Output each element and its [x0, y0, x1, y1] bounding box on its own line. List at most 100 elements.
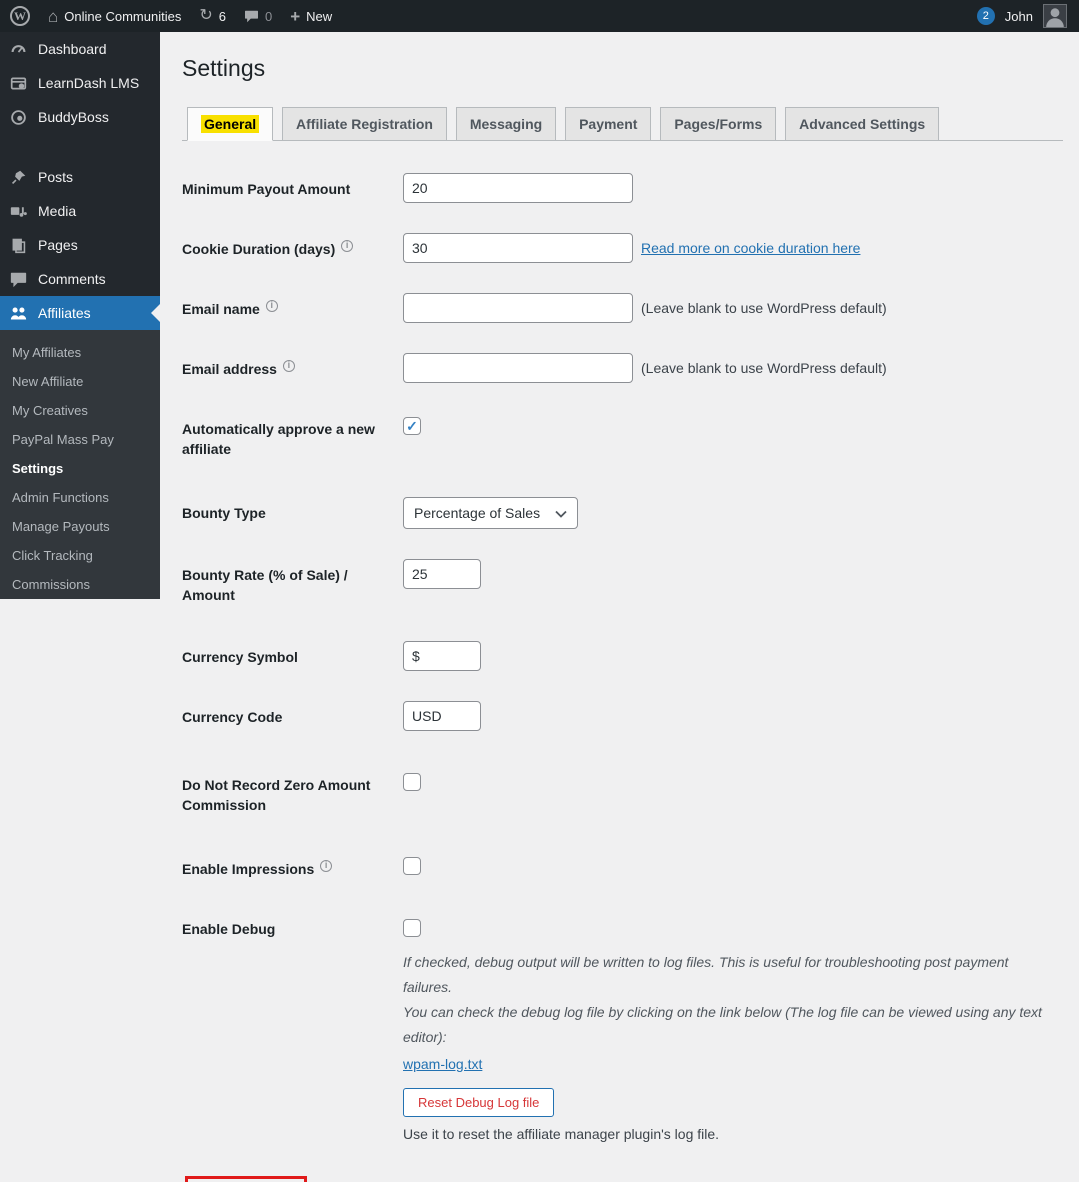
email-address-input[interactable] — [403, 353, 633, 383]
submenu-item-paypal-mass-pay[interactable]: PayPal Mass Pay — [0, 425, 160, 454]
submenu-item-admin-functions[interactable]: Admin Functions — [0, 483, 160, 512]
form-row-bounty-rate: Bounty Rate (% of Sale) / Amount — [182, 559, 1063, 605]
debug-description-line2: You can check the debug log file by clic… — [403, 1004, 1042, 1045]
notification-badge[interactable]: 2 — [976, 7, 995, 25]
updates-menu[interactable]: ↻ 6 — [199, 8, 226, 24]
form-row-currency-symbol: Currency Symbol — [182, 641, 1063, 671]
sidebar-item-pages[interactable]: Pages — [0, 228, 160, 262]
submenu-item-click-tracking[interactable]: Click Tracking — [0, 541, 160, 570]
sidebar-item-posts[interactable]: Posts — [0, 160, 160, 194]
minimum-payout-input[interactable] — [403, 173, 633, 203]
zero-commission-label: Do Not Record Zero Amount Commission — [182, 777, 371, 813]
sidebar-item-label: Posts — [38, 169, 74, 185]
sidebar-item-buddyboss[interactable]: BuddyBoss — [0, 100, 160, 134]
cookie-duration-label-text: Cookie Duration (days) — [182, 241, 336, 257]
form-row-cookie-duration: Cookie Duration (days) i Read more on co… — [182, 233, 1063, 263]
form-row-minimum-payout: Minimum Payout Amount — [182, 173, 1063, 203]
email-name-label-text: Email name — [182, 301, 260, 317]
site-name: Online Communities — [64, 8, 182, 24]
tab-messaging[interactable]: Messaging — [455, 107, 557, 140]
home-icon: ⌂ — [48, 6, 59, 26]
sidebar-item-comments[interactable]: Comments — [0, 262, 160, 296]
form-row-auto-approve: Automatically approve a new affiliate ✓ — [182, 413, 1063, 459]
form-row-email-name: Email name i (Leave blank to use WordPre… — [182, 293, 1063, 323]
submenu-item-my-creatives[interactable]: My Creatives — [0, 396, 160, 425]
tab-advanced-settings[interactable]: Advanced Settings — [785, 107, 940, 140]
auto-approve-checkbox[interactable]: ✓ — [403, 417, 421, 435]
bounty-rate-label: Bounty Rate (% of Sale) / Amount — [182, 567, 348, 603]
tab-general[interactable]: General — [187, 107, 274, 141]
bounty-rate-input[interactable] — [403, 559, 481, 589]
updates-count: 6 — [218, 8, 226, 24]
email-address-label-text: Email address — [182, 361, 277, 377]
info-icon: i — [265, 299, 278, 312]
page-title: Settings — [182, 55, 266, 81]
cookie-duration-link[interactable]: Read more on cookie duration here — [641, 240, 860, 256]
sidebar-item-label: Dashboard — [38, 41, 107, 57]
buddyboss-icon — [8, 109, 28, 126]
sidebar-item-label: BuddyBoss — [38, 109, 109, 125]
affiliates-submenu: My Affiliates New Affiliate My Creatives… — [0, 330, 160, 599]
submenu-item-manage-payouts[interactable]: Manage Payouts — [0, 512, 160, 541]
submenu-item-settings[interactable]: Settings — [0, 454, 160, 483]
email-address-label: Email address i — [182, 353, 403, 383]
sidebar-item-label: Affiliates — [38, 305, 91, 321]
submenu-item-new-affiliate[interactable]: New Affiliate — [0, 367, 160, 396]
sidebar-item-learndash[interactable]: LearnDash LMS — [0, 66, 160, 100]
tab-affiliate-registration[interactable]: Affiliate Registration — [282, 107, 447, 140]
comments-bubble-icon — [244, 10, 259, 23]
pushpin-icon — [8, 169, 28, 186]
user-name[interactable]: John — [1005, 9, 1033, 24]
reset-debug-log-button[interactable]: Reset Debug Log file — [403, 1088, 555, 1117]
sidebar-item-label: Comments — [38, 271, 106, 287]
comments-menu[interactable]: 0 — [244, 9, 272, 24]
email-address-note: (Leave blank to use WordPress default) — [641, 360, 887, 376]
submenu-item-commissions[interactable]: Commissions — [0, 570, 160, 599]
form-row-enable-impressions: Enable Impressions i ✓ — [182, 853, 1063, 879]
enable-impressions-label: Enable Impressions i — [182, 853, 403, 879]
sidebar-item-affiliates[interactable]: Affiliates — [0, 296, 160, 330]
auto-approve-label: Automatically approve a new affiliate — [182, 421, 375, 457]
plus-icon: + — [290, 6, 301, 26]
currency-code-input[interactable] — [403, 701, 481, 731]
learndash-icon — [8, 75, 28, 92]
sidebar-item-media[interactable]: Media — [0, 194, 160, 228]
submenu-item-my-affiliates[interactable]: My Affiliates — [0, 338, 160, 367]
wp-logo-menu[interactable]: W — [10, 6, 30, 26]
affiliates-groups-icon — [8, 305, 28, 322]
check-icon: ✓ — [406, 418, 418, 434]
bounty-type-select[interactable]: Percentage of Sales — [403, 497, 578, 529]
minimum-payout-label: Minimum Payout Amount — [182, 181, 351, 197]
zero-commission-checkbox[interactable]: ✓ — [403, 773, 421, 791]
debug-log-link[interactable]: wpam-log.txt — [403, 1056, 482, 1072]
cookie-duration-input[interactable] — [403, 233, 633, 263]
form-row-enable-debug: Enable Debug ✓ If checked, debug output … — [182, 919, 1063, 1142]
user-avatar[interactable] — [1043, 4, 1067, 28]
comment-icon — [8, 271, 28, 288]
info-icon: i — [320, 859, 333, 872]
enable-impressions-checkbox[interactable]: ✓ — [403, 857, 421, 875]
form-row-zero-commission: Do Not Record Zero Amount Commission ✓ — [182, 769, 1063, 815]
settings-form: Minimum Payout Amount Cookie Duration (d… — [182, 173, 1063, 1182]
email-name-note: (Leave blank to use WordPress default) — [641, 300, 887, 316]
form-row-currency-code: Currency Code — [182, 701, 1063, 731]
enable-debug-label: Enable Debug — [182, 921, 276, 937]
admin-bar: W ⌂ Online Communities ↻ 6 0 + New 2 Joh… — [0, 0, 1079, 32]
settings-tab-bar: General Affiliate Registration Messaging… — [182, 107, 1063, 141]
site-name-menu[interactable]: ⌂ Online Communities — [48, 8, 181, 25]
sidebar-item-label: Media — [38, 203, 77, 219]
email-name-input[interactable] — [403, 293, 633, 323]
tab-payment[interactable]: Payment — [565, 107, 652, 140]
enable-debug-checkbox[interactable]: ✓ — [403, 919, 421, 937]
form-row-email-address: Email address i (Leave blank to use Word… — [182, 353, 1063, 383]
pages-icon — [8, 237, 28, 254]
bounty-type-selected-value: Percentage of Sales — [414, 505, 541, 521]
currency-symbol-input[interactable] — [403, 641, 481, 671]
sidebar-item-dashboard[interactable]: Dashboard — [0, 32, 160, 66]
cookie-duration-label: Cookie Duration (days) i — [182, 233, 403, 263]
new-menu[interactable]: + New — [290, 8, 332, 25]
tab-pages-forms[interactable]: Pages/Forms — [660, 107, 777, 140]
reset-debug-note: Use it to reset the affiliate manager pl… — [403, 1126, 720, 1142]
info-icon: i — [282, 359, 295, 372]
new-label: New — [306, 8, 333, 24]
